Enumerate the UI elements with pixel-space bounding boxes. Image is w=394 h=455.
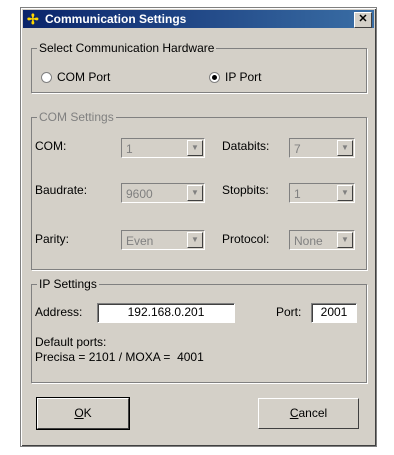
databits-label: Databits: — [222, 139, 270, 153]
app-icon: ✢ — [27, 11, 39, 27]
com-port-radio[interactable] — [41, 72, 52, 83]
address-label: Address: — [35, 305, 83, 319]
default-ports-values: Precisa = 2101 / MOXA = 4001 — [35, 350, 204, 364]
ip-settings-group: IP Settings — [31, 277, 367, 383]
ip-port-radio[interactable] — [209, 72, 220, 83]
stopbits-select-value: 1 — [294, 187, 301, 201]
com-select-value: 1 — [126, 142, 133, 156]
com-port-label[interactable]: COM Port — [57, 70, 110, 84]
chevron-down-icon: ▼ — [337, 232, 353, 248]
com-label: COM: — [35, 139, 67, 153]
databits-select-value: 7 — [294, 142, 301, 156]
cancel-button-label: ancel — [298, 406, 328, 420]
communication-settings-window: ✢ Communication Settings ✕ Select Commun… — [20, 7, 377, 447]
baudrate-select-value: 9600 — [126, 187, 153, 201]
ip-settings-legend: IP Settings — [39, 277, 97, 291]
chevron-down-icon: ▼ — [337, 140, 353, 156]
ip-port-label[interactable]: IP Port — [225, 70, 261, 84]
default-ports-heading: Default ports: — [35, 335, 107, 349]
chevron-down-icon: ▼ — [337, 185, 353, 201]
hardware-group-legend: Select Communication Hardware — [39, 41, 215, 55]
parity-select[interactable]: Even ▼ — [121, 230, 205, 250]
title-bar: ✢ Communication Settings ✕ — [23, 10, 374, 28]
protocol-select[interactable]: None ▼ — [289, 230, 355, 250]
close-button[interactable]: ✕ — [354, 12, 372, 28]
close-icon: ✕ — [358, 13, 368, 25]
baudrate-label: Baudrate: — [35, 183, 88, 197]
baudrate-select[interactable]: 9600 ▼ — [121, 183, 205, 203]
cancel-button[interactable]: Cancel — [258, 398, 359, 429]
stopbits-select[interactable]: 1 ▼ — [289, 183, 355, 203]
com-settings-legend: COM Settings — [39, 110, 114, 124]
chevron-down-icon: ▼ — [187, 232, 203, 248]
port-label: Port: — [276, 305, 302, 319]
protocol-select-value: None — [294, 234, 323, 248]
port-input[interactable]: 2001 — [311, 303, 357, 323]
parity-label: Parity: — [35, 232, 70, 246]
window-title: Communication Settings — [45, 12, 187, 26]
protocol-label: Protocol: — [222, 232, 270, 246]
chevron-down-icon: ▼ — [187, 140, 203, 156]
ok-button-label: K — [83, 406, 92, 420]
hardware-group: Select Communication Hardware — [31, 41, 367, 93]
databits-select[interactable]: 7 ▼ — [289, 138, 355, 158]
ok-button-mnemonic: O — [74, 406, 84, 420]
parity-select-value: Even — [126, 234, 154, 248]
address-input[interactable]: 192.168.0.201 — [97, 303, 235, 323]
stopbits-label: Stopbits: — [222, 183, 269, 197]
ok-button[interactable]: OK — [36, 397, 130, 430]
chevron-down-icon: ▼ — [187, 185, 203, 201]
com-select[interactable]: 1 ▼ — [121, 138, 205, 158]
